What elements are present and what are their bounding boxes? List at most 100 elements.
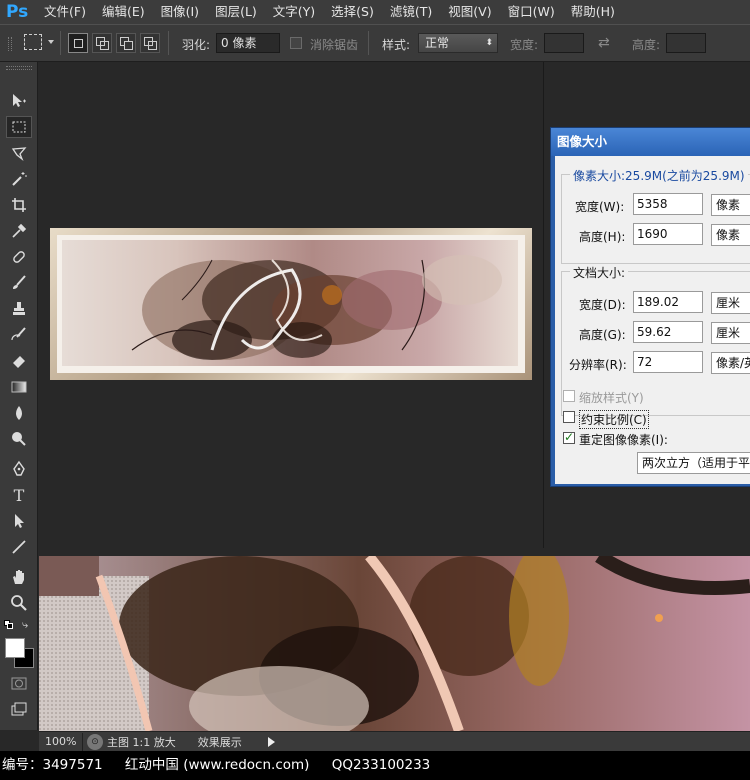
scale-styles-label: 缩放样式(Y) xyxy=(579,391,644,405)
width-label: 宽度: xyxy=(510,38,539,52)
hand-tool-icon[interactable] xyxy=(6,566,32,588)
swap-dimensions-icon[interactable]: ⇄ xyxy=(598,35,610,51)
divider xyxy=(60,31,61,55)
antialias-label: 消除锯齿 xyxy=(310,38,359,52)
height-label: 高度: xyxy=(632,38,661,52)
constrain-proportions-checkbox[interactable] xyxy=(563,411,575,423)
blur-tool-icon[interactable] xyxy=(6,402,32,424)
crop-tool-icon[interactable] xyxy=(6,194,32,216)
menu-layer[interactable]: 图层(L) xyxy=(207,0,265,24)
zoom-tool-icon[interactable] xyxy=(6,592,32,614)
menu-filter[interactable]: 滤镜(T) xyxy=(382,0,440,24)
toolbox: T ⤷ xyxy=(0,62,38,730)
quick-mask-icon[interactable] xyxy=(6,672,32,694)
menu-view[interactable]: 视图(V) xyxy=(440,0,499,24)
swap-colors-icon[interactable]: ⤷ xyxy=(22,618,28,632)
intersect-selection-button[interactable] xyxy=(140,33,160,53)
marquee-tool-icon[interactable] xyxy=(6,116,32,138)
artwork-mat xyxy=(57,235,525,373)
status-bar: 100% ⊙ 主图 1:1 放大 效果展示 xyxy=(39,731,750,751)
menu-file[interactable]: 文件(F) xyxy=(36,0,94,24)
pixel-dimensions-group: 像素大小:25.9M(之前为25.9M) xyxy=(561,167,750,264)
width-input[interactable] xyxy=(544,33,584,53)
chevron-down-icon[interactable] xyxy=(48,40,54,44)
menu-help[interactable]: 帮助(H) xyxy=(563,0,623,24)
eraser-tool-icon[interactable] xyxy=(6,350,32,372)
menu-type[interactable]: 文字(Y) xyxy=(265,0,323,24)
zoomed-canvas-view[interactable] xyxy=(39,556,750,731)
menu-bar: Ps 文件(F) 编辑(E) 图像(I) 图层(L) 文字(Y) 选择(S) 滤… xyxy=(0,0,750,24)
resample-checkbox[interactable] xyxy=(563,430,575,444)
options-bar-grip[interactable] xyxy=(8,37,12,51)
resample-label: 重定图像像素(I): xyxy=(579,433,668,447)
gradient-tool-icon[interactable] xyxy=(6,376,32,398)
abstract-painting-image xyxy=(62,240,520,368)
line-tool-icon[interactable] xyxy=(6,536,32,558)
resolution-label: 分辨率(R): xyxy=(569,358,627,372)
move-tool-icon[interactable] xyxy=(6,90,32,112)
style-select[interactable]: 正常 ⬍ xyxy=(418,33,498,53)
subtract-from-selection-button[interactable] xyxy=(116,33,136,53)
eyedropper-tool-icon[interactable] xyxy=(6,220,32,242)
toolbox-grip[interactable] xyxy=(6,66,32,70)
doc-width-input[interactable]: 189.02 xyxy=(633,291,703,313)
image-size-dialog: 图像大小 像素大小:25.9M(之前为25.9M) 宽度(W): 5358 像素… xyxy=(550,127,750,487)
framed-artwork-preview xyxy=(50,228,532,380)
resample-method-select[interactable]: 两次立方（适用于平 xyxy=(637,452,750,474)
divider xyxy=(168,31,169,55)
pixel-width-label: 宽度(W): xyxy=(575,200,625,214)
feather-input[interactable]: 0 像素 xyxy=(216,33,280,53)
watermark-footer: 编号：3497571 红动中国 (www.redocn.com) QQ23310… xyxy=(0,751,750,780)
document-size-title: 文档大小: xyxy=(570,264,629,281)
scale-styles-checkbox[interactable] xyxy=(563,390,575,402)
path-selection-tool-icon[interactable] xyxy=(6,510,32,532)
pixel-height-label: 高度(H): xyxy=(579,230,626,244)
dodge-tool-icon[interactable] xyxy=(6,428,32,450)
clone-stamp-tool-icon[interactable] xyxy=(6,298,32,320)
menu-edit[interactable]: 编辑(E) xyxy=(94,0,153,24)
dialog-body: 像素大小:25.9M(之前为25.9M) 宽度(W): 5358 像素 高度(H… xyxy=(555,156,750,484)
dialog-title[interactable]: 图像大小 xyxy=(551,128,750,156)
foreground-color-swatch[interactable] xyxy=(5,638,25,658)
doc-width-unit-select[interactable]: 厘米 xyxy=(711,292,750,314)
brush-tool-icon[interactable] xyxy=(6,272,32,294)
site-text: 红动中国 (www.redocn.com) xyxy=(124,757,310,773)
chevron-updown-icon: ⬍ xyxy=(485,38,493,48)
doc-height-input[interactable]: 59.62 xyxy=(633,321,703,343)
resolution-unit-select[interactable]: 像素/英 xyxy=(711,352,750,374)
zoom-level[interactable]: 100% xyxy=(39,732,83,751)
doc-width-label: 宽度(D): xyxy=(579,298,626,312)
menu-select[interactable]: 选择(S) xyxy=(323,0,382,24)
tool-preset-picker[interactable] xyxy=(24,34,42,50)
pixel-height-unit-select[interactable]: 像素 xyxy=(711,224,750,246)
default-colors-icon[interactable] xyxy=(4,620,14,630)
resolution-input[interactable]: 72 xyxy=(633,351,703,373)
options-bar: 羽化: 0 像素 消除锯齿 样式: 正常 ⬍ 宽度: ⇄ 高度: xyxy=(0,24,750,62)
divider xyxy=(368,31,369,55)
pixel-height-input[interactable]: 1690 xyxy=(633,223,703,245)
lasso-tool-icon[interactable] xyxy=(6,142,32,164)
type-tool-icon[interactable]: T xyxy=(6,484,32,506)
antialias-checkbox[interactable] xyxy=(290,37,302,49)
pixel-dimensions-title: 像素大小:25.9M(之前为25.9M) xyxy=(570,167,748,184)
add-to-selection-button[interactable] xyxy=(92,33,112,53)
history-brush-tool-icon[interactable] xyxy=(6,324,32,346)
pixel-width-unit-select[interactable]: 像素 xyxy=(711,194,750,216)
menu-image[interactable]: 图像(I) xyxy=(153,0,207,24)
magic-wand-tool-icon[interactable] xyxy=(6,168,32,190)
qq-text: QQ233100233 xyxy=(331,757,431,773)
height-input[interactable] xyxy=(666,33,706,53)
pen-tool-icon[interactable] xyxy=(6,458,32,480)
status-info-icon[interactable]: ⊙ xyxy=(87,733,103,750)
menu-window[interactable]: 窗口(W) xyxy=(500,0,563,24)
spot-healing-tool-icon[interactable] xyxy=(6,246,32,268)
new-selection-button[interactable] xyxy=(68,33,88,53)
effect-label: 效果展示 xyxy=(197,735,242,749)
document-info: 主图 1:1 放大 xyxy=(107,735,176,749)
screen-mode-icon[interactable] xyxy=(6,698,32,720)
image-id-text: 编号：3497571 xyxy=(2,757,103,773)
status-menu-arrow-icon[interactable] xyxy=(267,736,275,747)
doc-height-unit-select[interactable]: 厘米 xyxy=(711,322,750,344)
pixel-width-input[interactable]: 5358 xyxy=(633,193,703,215)
constrain-proportions-label: 约束比例(C) xyxy=(579,410,649,429)
